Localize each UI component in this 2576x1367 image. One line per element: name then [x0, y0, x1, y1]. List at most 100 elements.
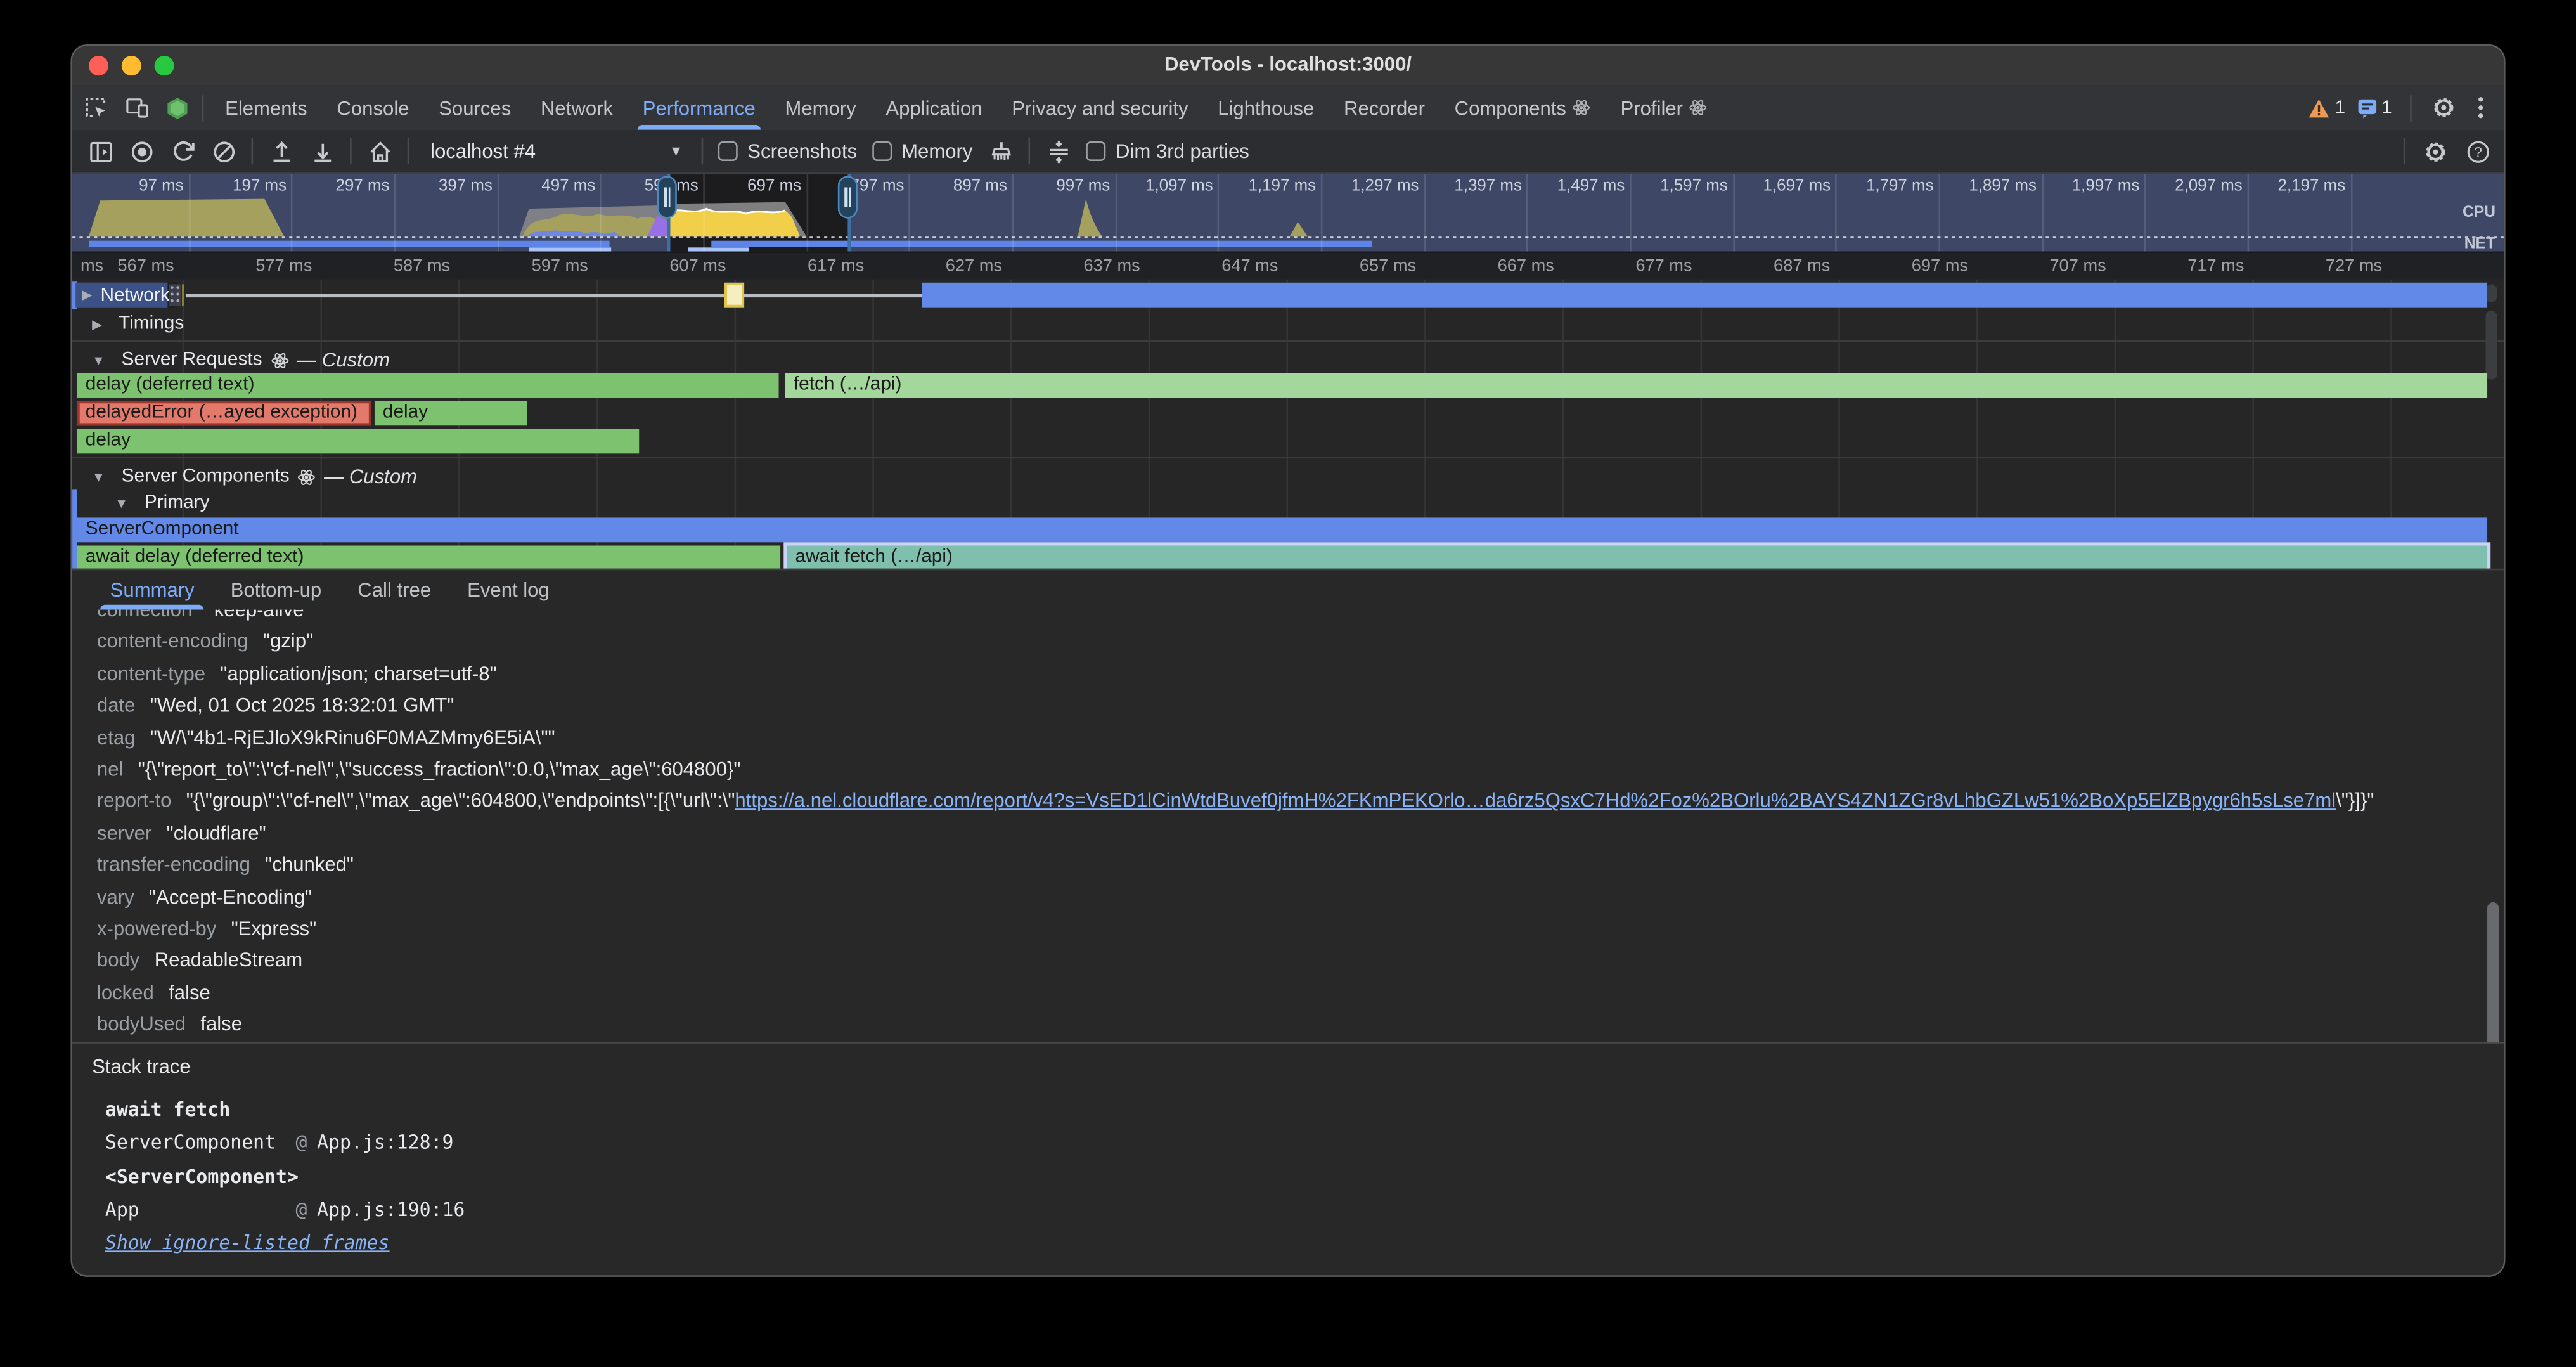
chevron-down-icon[interactable]: ▼: [115, 495, 128, 510]
event-bar[interactable]: await fetch (…/api): [787, 545, 2487, 568]
show-ignore-listed-frames-link[interactable]: Show ignore-listed frames: [105, 1231, 390, 1254]
summary-row: date"Wed, 01 Oct 2025 18:32:01 GMT": [72, 690, 2504, 722]
summary-pane[interactable]: connection"keep-alive"content-encoding"g…: [72, 610, 2504, 1040]
tab-recorder[interactable]: Recorder: [1329, 86, 1440, 130]
issues-badge[interactable]: 1: [2357, 98, 2392, 117]
details-tab-call-tree[interactable]: Call tree: [340, 570, 449, 609]
selected-network-request-bar[interactable]: [724, 283, 744, 308]
event-bar[interactable]: delayedError (…ayed exception): [77, 401, 371, 425]
profile-select[interactable]: localhost #4 ▾: [424, 139, 687, 162]
screen: DevTools - localhost:3000/: [0, 0, 2576, 1367]
performance-toolbar: localhost #4 ▾ Screenshots Memory: [72, 130, 2504, 174]
clear-icon[interactable]: [210, 138, 236, 164]
header-key: date: [97, 694, 136, 716]
mac-titlebar: DevTools - localhost:3000/: [72, 46, 2504, 87]
tab-console[interactable]: Console: [322, 86, 424, 130]
ruler-tick-label: 697 ms: [1870, 256, 1969, 276]
source-location-link[interactable]: App.js:190:16: [317, 1198, 465, 1221]
tab-lighthouse[interactable]: Lighthouse: [1203, 86, 1329, 130]
selection-right-handle[interactable]: [847, 174, 851, 252]
event-bar[interactable]: fetch (…/api): [785, 373, 2487, 398]
event-bar[interactable]: delay: [77, 429, 639, 453]
event-bar[interactable]: ServerComponent: [77, 517, 2487, 542]
details-tab-event-log[interactable]: Event log: [449, 570, 568, 609]
chevron-down-icon[interactable]: ▼: [92, 353, 105, 367]
toolbar-separator: [1029, 138, 1031, 164]
checkbox-box[interactable]: [1086, 141, 1105, 161]
upload-profile-icon[interactable]: [267, 138, 293, 164]
dim-3rd-parties-checkbox[interactable]: Dim 3rd parties: [1086, 139, 1249, 162]
help-icon[interactable]: ?: [2464, 138, 2490, 164]
flame-chart[interactable]: ▶Network ▶ Timings ▼ Server Requests: [72, 280, 2504, 569]
tab-elements[interactable]: Elements: [210, 86, 322, 130]
tab-performance[interactable]: Performance: [628, 86, 770, 130]
tab-label: Performance: [643, 96, 756, 119]
overview-tick-label: 1,597 ms: [1629, 178, 1728, 196]
collect-garbage-icon[interactable]: [988, 138, 1014, 164]
device-toolbar-icon[interactable]: [119, 93, 155, 122]
tab-profiler[interactable]: Profiler: [1606, 86, 1722, 130]
track-drag-grip[interactable]: [169, 284, 181, 306]
server-requests-header[interactable]: ▼ Server Requests — Custom: [92, 348, 390, 371]
event-bar[interactable]: await delay (deferred text): [77, 545, 780, 568]
overview-tick-label: 1,097 ms: [1114, 178, 1213, 196]
ruler-tick-label: 627 ms: [904, 256, 1003, 276]
tab-components[interactable]: Components: [1439, 86, 1606, 130]
download-profile-icon[interactable]: [309, 138, 335, 164]
chevron-down-icon[interactable]: ▼: [92, 469, 105, 484]
inspect-element-icon[interactable]: [77, 93, 113, 122]
tab-memory[interactable]: Memory: [770, 86, 871, 130]
stack-trace-title: Stack trace: [92, 1055, 191, 1078]
toggle-sidebar-icon[interactable]: [87, 138, 113, 164]
devtools-window: DevTools - localhost:3000/: [70, 44, 2505, 1277]
settings-gear-icon[interactable]: [2430, 94, 2456, 120]
stack-frame: App@App.js:190:16: [105, 1198, 465, 1221]
source-location-link[interactable]: App.js:128:9: [317, 1131, 453, 1153]
ruler-tick-label: 647 ms: [1180, 256, 1278, 276]
event-bar[interactable]: delay (deferred text): [77, 373, 779, 398]
details-tab-summary[interactable]: Summary: [92, 570, 212, 609]
ruler-tick-label: 687 ms: [1732, 256, 1831, 276]
panel-extension-icon: [1573, 99, 1591, 117]
record-icon[interactable]: [128, 138, 154, 164]
tab-label: Recorder: [1344, 96, 1425, 119]
overview-tick-label: 2,097 ms: [2144, 178, 2243, 196]
overview-tick-label: 97 ms: [85, 178, 184, 196]
reload-record-icon[interactable]: [169, 138, 195, 164]
server-components-header[interactable]: ▼ Server Components — Custom: [92, 465, 417, 488]
tab-sources[interactable]: Sources: [424, 86, 526, 130]
chevron-right-icon[interactable]: ▶: [82, 288, 93, 302]
timeline-overview[interactable]: 97 ms197 ms297 ms397 ms497 ms597 ms697 m…: [72, 174, 2504, 253]
summary-row: transfer-encoding"chunked": [72, 850, 2504, 881]
memory-checkbox[interactable]: Memory: [872, 139, 972, 162]
header-value: "chunked": [265, 853, 354, 876]
chevron-right-icon[interactable]: ▶: [92, 316, 102, 331]
capture-settings-gear-icon[interactable]: [2421, 138, 2447, 164]
home-icon[interactable]: [366, 138, 392, 164]
tab-privacy-and-security[interactable]: Privacy and security: [997, 86, 1203, 130]
kebab-menu-icon[interactable]: [2468, 94, 2494, 120]
track-indicator: [72, 489, 77, 568]
extension-icon[interactable]: [159, 93, 195, 122]
overview-tick-label: 997 ms: [1012, 178, 1111, 196]
network-track-label[interactable]: ▶Network: [75, 283, 178, 308]
overview-tick-label: 697 ms: [703, 178, 802, 196]
network-request-bar[interactable]: [922, 283, 2487, 308]
warnings-badge[interactable]: 1: [2309, 98, 2345, 117]
header-key: content-type: [97, 662, 205, 685]
tab-network[interactable]: Network: [526, 86, 628, 130]
event-bar[interactable]: delay: [375, 401, 527, 425]
frame-function: App: [105, 1198, 296, 1221]
report-url-link[interactable]: https://a.nel.cloudflare.com/report/v4?s…: [735, 789, 2336, 812]
checkbox-box[interactable]: [872, 141, 891, 161]
details-tab-bottom-up[interactable]: Bottom-up: [212, 570, 340, 609]
tab-application[interactable]: Application: [871, 86, 997, 130]
timings-track[interactable]: ▶ Timings: [72, 311, 2504, 339]
checkbox-box[interactable]: [718, 141, 738, 161]
collapse-overview-icon[interactable]: [1045, 138, 1071, 164]
selection-left-handle[interactable]: [667, 174, 670, 252]
primary-group-header[interactable]: ▼ Primary: [115, 493, 209, 513]
network-track[interactable]: ▶Network: [72, 281, 2504, 309]
panel-extension-icon: [1689, 99, 1708, 117]
screenshots-checkbox[interactable]: Screenshots: [718, 139, 858, 162]
